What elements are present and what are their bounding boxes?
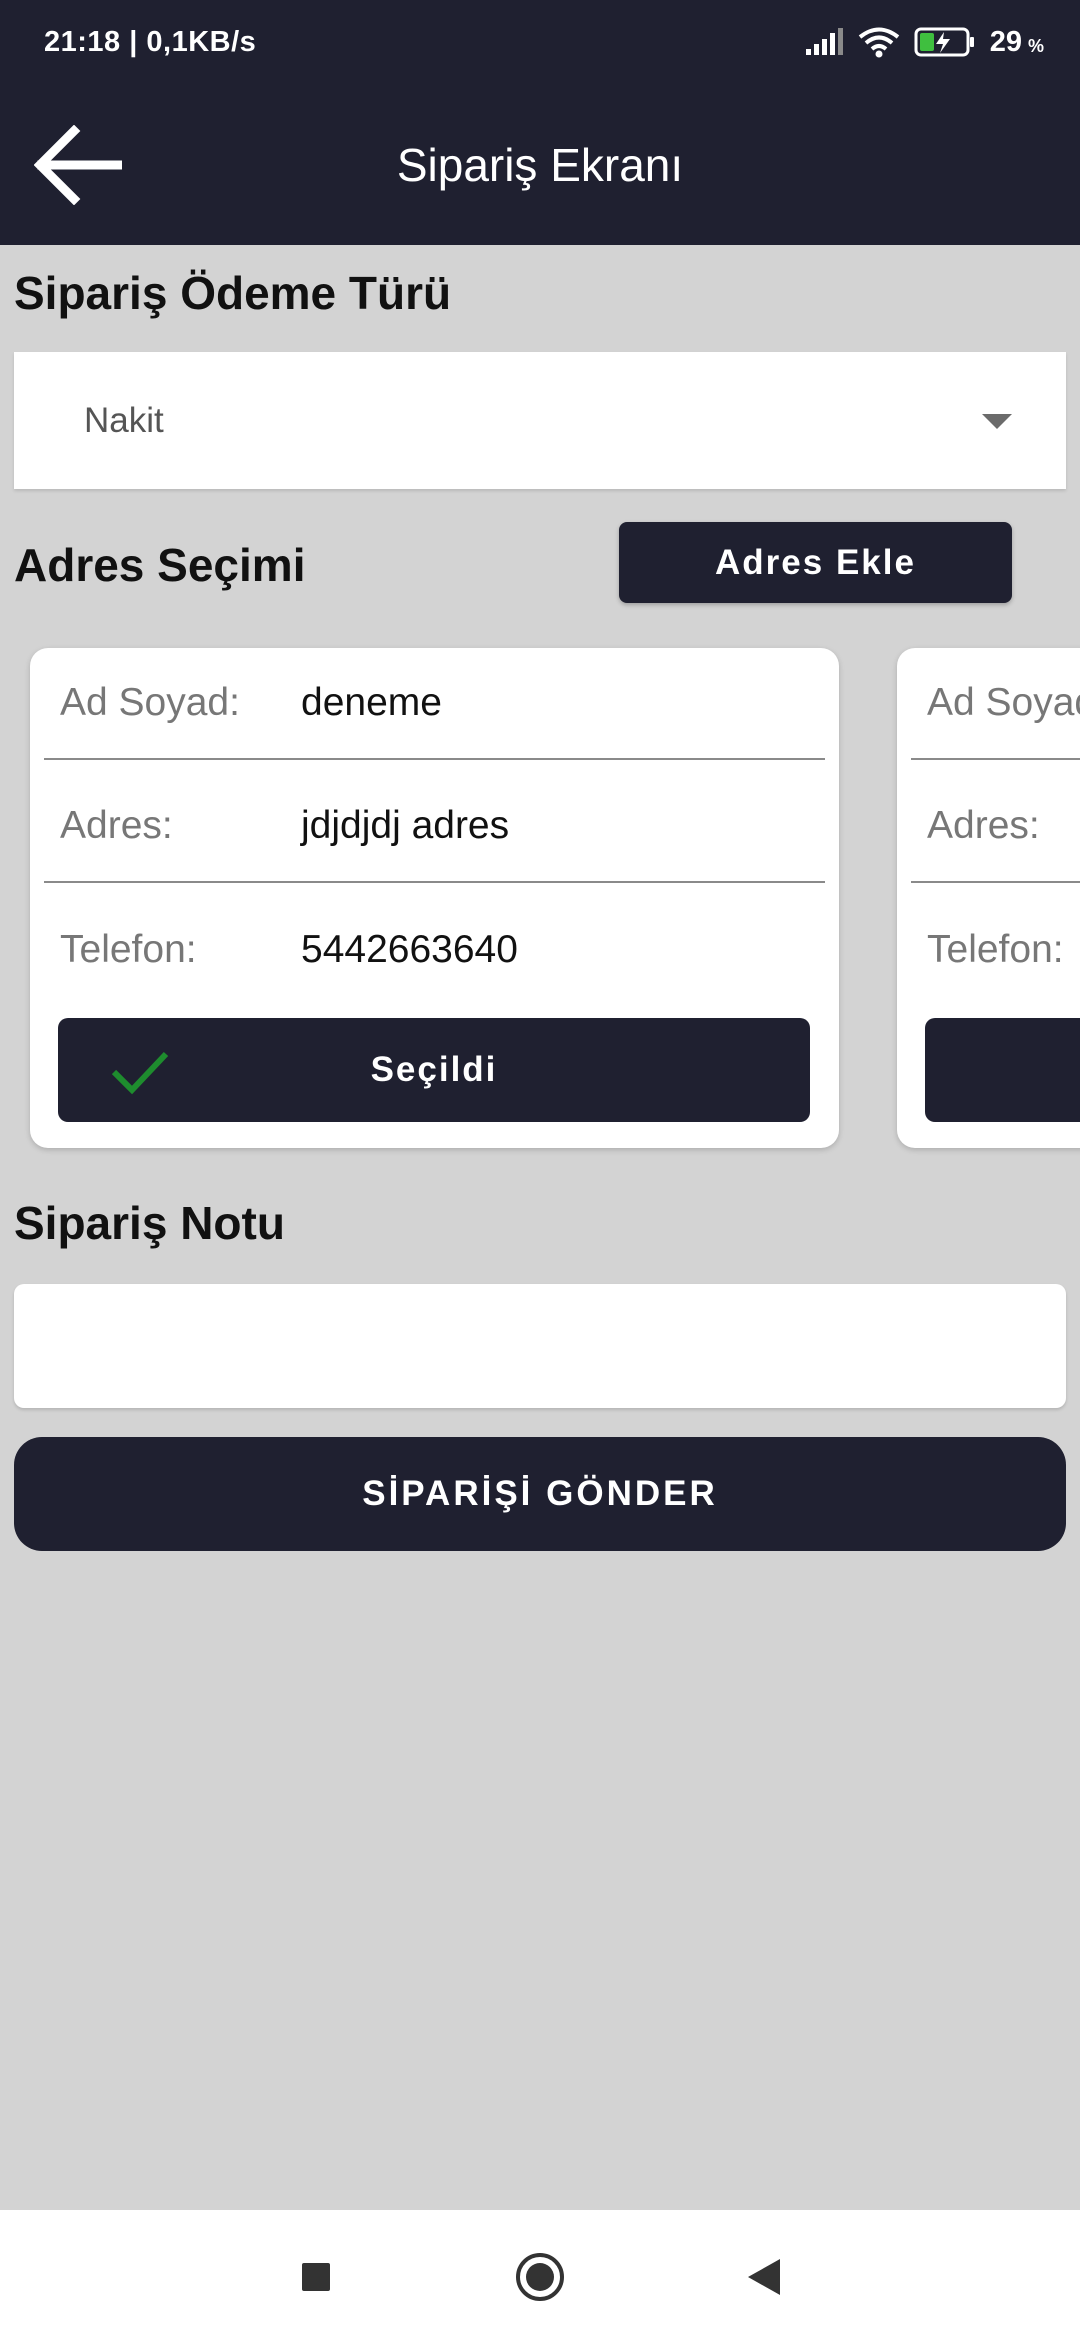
payment-type-title: Sipariş Ödeme Türü <box>14 267 452 319</box>
card-row-name: Ad Soyad: deneme <box>44 648 825 760</box>
circle-home-icon <box>516 2253 564 2301</box>
order-note-input[interactable] <box>14 1284 1066 1408</box>
order-note-title: Sipariş Notu <box>14 1197 285 1249</box>
square-recents-icon <box>302 2263 330 2291</box>
recents-button[interactable] <box>286 2250 346 2304</box>
wifi-icon <box>858 27 899 58</box>
name-value: deneme <box>301 681 442 724</box>
status-bar: 21:18 | 0,1KB/s 29 % <box>0 0 1080 84</box>
arrow-left-icon <box>34 125 122 205</box>
payment-type-selected: Nakit <box>84 400 164 440</box>
select-address-label: Seçildi <box>370 1050 498 1089</box>
add-address-button[interactable]: Adres Ekle <box>619 522 1012 603</box>
triangle-back-icon <box>748 2259 780 2295</box>
name-label: Ad Soyad: <box>927 681 1080 724</box>
address-label: Adres: <box>60 804 173 847</box>
select-address-button[interactable] <box>925 1018 1080 1122</box>
phone-value: 5442663640 <box>301 928 518 971</box>
chevron-down-icon <box>982 414 1012 429</box>
address-selection-title: Adres Seçimi <box>14 539 306 591</box>
submit-order-button[interactable]: SİPARİŞİ GÖNDER <box>14 1437 1066 1551</box>
status-time-speed: 21:18 | 0,1KB/s <box>44 25 257 58</box>
battery-charging-icon <box>914 27 974 57</box>
address-value: jdjdjdj adres <box>301 804 510 847</box>
payment-type-dropdown[interactable]: Nakit <box>14 352 1066 489</box>
status-icons: 29 % <box>804 26 1044 59</box>
card-row-phone: Telefon: <box>911 894 1080 1006</box>
signal-icon <box>805 28 843 55</box>
system-nav-bar <box>0 2210 1080 2340</box>
phone-label: Telefon: <box>927 928 1064 971</box>
check-icon <box>111 1051 169 1095</box>
app-bar: Sipariş Ekranı <box>0 84 1080 245</box>
home-button[interactable] <box>510 2250 570 2304</box>
card-row-address: Adres: jdjdjdj adres <box>44 771 825 883</box>
phone-label: Telefon: <box>60 928 197 971</box>
select-address-button[interactable]: Seçildi <box>58 1018 810 1122</box>
address-card[interactable]: Ad Soyad: deneme Adres: jdjdjdj adres Te… <box>30 648 839 1148</box>
system-back-button[interactable] <box>734 2250 794 2304</box>
address-label: Adres: <box>927 804 1040 847</box>
card-row-phone: Telefon: 5442663640 <box>44 894 825 1006</box>
name-label: Ad Soyad: <box>60 681 240 724</box>
battery-percent: 29 <box>989 25 1022 58</box>
address-card[interactable]: Ad Soyad: Adres: Telefon: <box>897 648 1080 1148</box>
battery-percent-unit: % <box>1027 35 1044 56</box>
page-title: Sipariş Ekranı <box>396 138 684 191</box>
address-carousel[interactable]: Ad Soyad: deneme Adres: jdjdjdj adres Te… <box>0 640 1080 1160</box>
card-row-address: Adres: <box>911 771 1080 883</box>
card-row-name: Ad Soyad: <box>911 648 1080 760</box>
back-button[interactable] <box>30 120 126 210</box>
